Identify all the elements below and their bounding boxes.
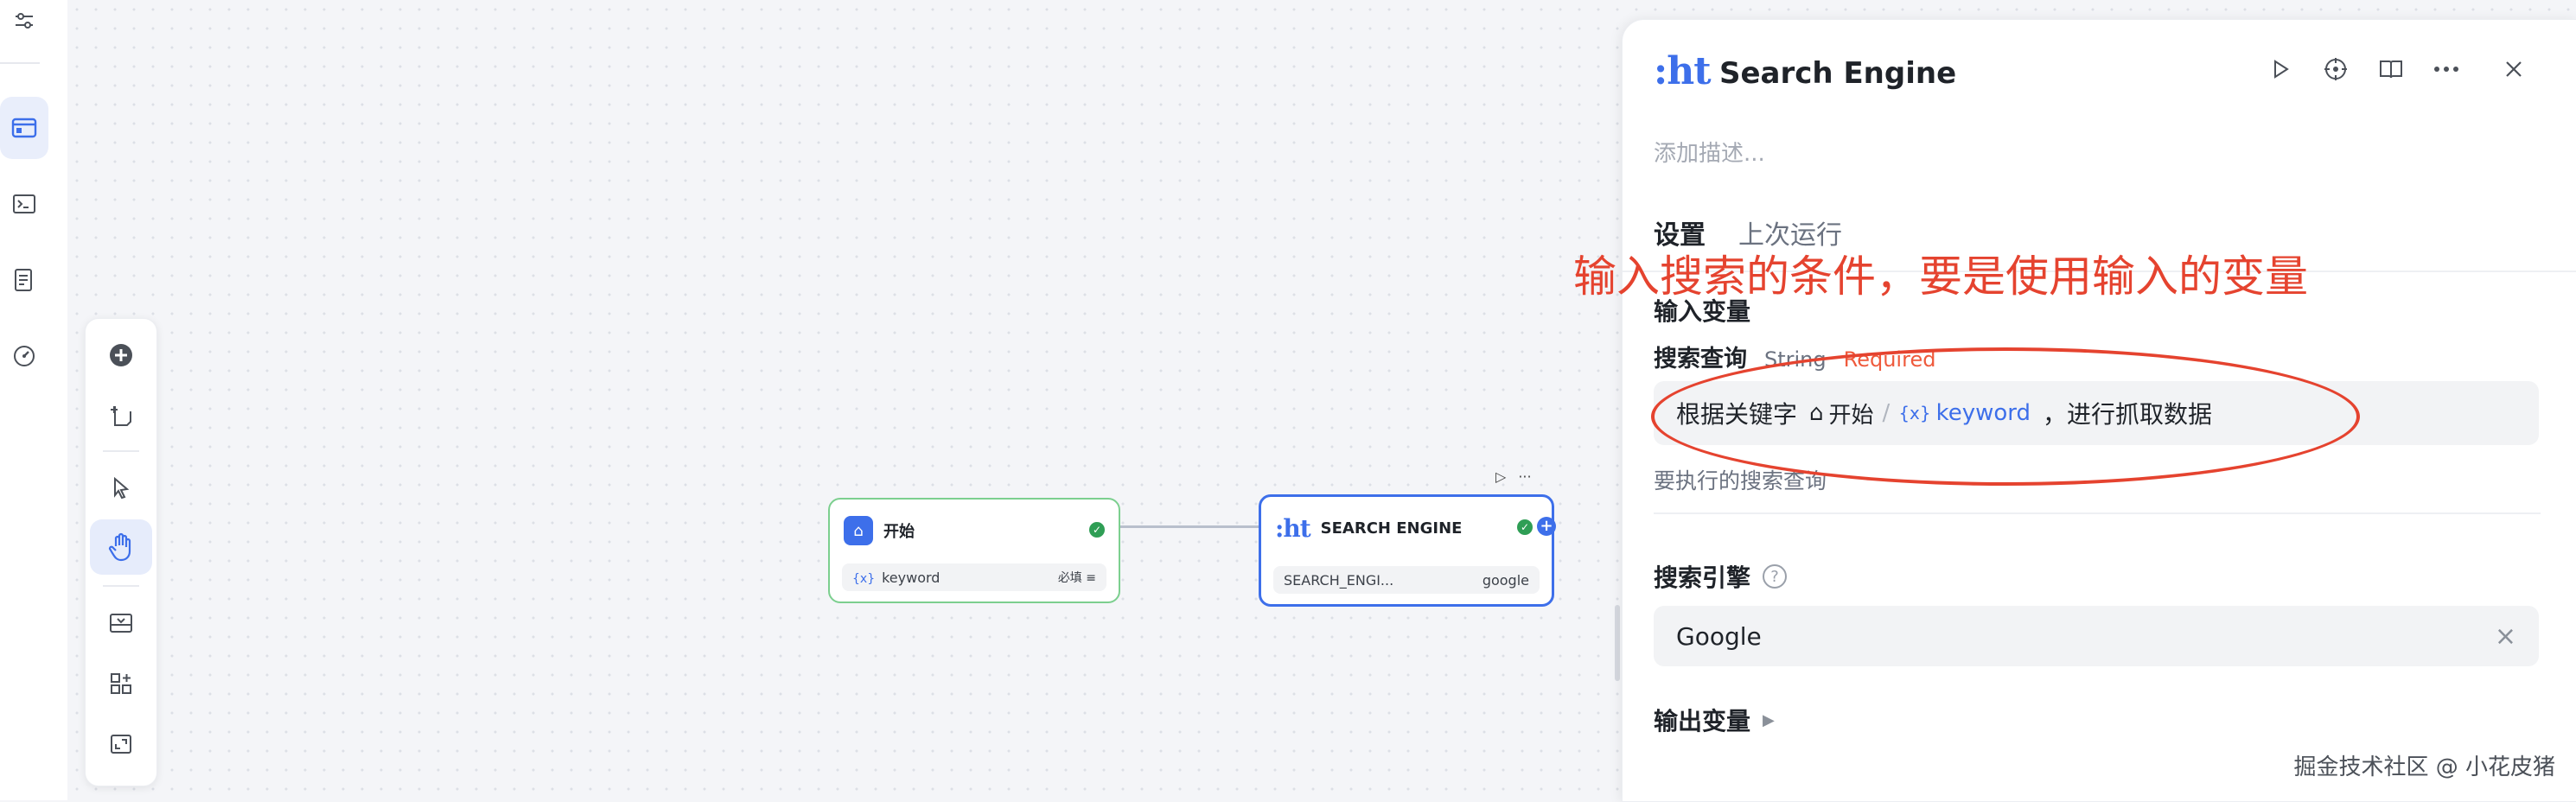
more-icon[interactable] bbox=[2432, 54, 2461, 84]
check-icon: ✓ bbox=[1517, 519, 1533, 535]
help-icon[interactable]: ? bbox=[1763, 564, 1788, 589]
output-variables-toggle[interactable]: 输出变量 ▶ bbox=[1654, 703, 1775, 737]
settings-sliders-icon[interactable] bbox=[0, 0, 48, 52]
engine-label: 搜索引擎 bbox=[1654, 563, 1751, 592]
engine-select[interactable]: Google × bbox=[1654, 606, 2539, 666]
search-param-name: SEARCH_ENGI... bbox=[1284, 571, 1394, 589]
terminal-icon[interactable] bbox=[0, 173, 48, 235]
start-var-label: {x} keyword bbox=[852, 570, 940, 586]
annotation-ellipse bbox=[1651, 347, 2360, 486]
search-node-title: SEARCH ENGINE bbox=[1320, 519, 1463, 538]
more-icon[interactable]: ··· bbox=[1518, 468, 1531, 485]
tool-palette bbox=[85, 318, 157, 786]
close-icon[interactable] bbox=[2499, 54, 2528, 84]
section-divider bbox=[1654, 512, 2541, 514]
run-node-icon[interactable]: ▷ bbox=[1495, 468, 1506, 485]
node-mini-toolbar: ▷ ··· bbox=[1495, 468, 1532, 485]
layout-grid-icon[interactable] bbox=[90, 656, 152, 711]
add-node-icon[interactable] bbox=[90, 328, 152, 383]
description-input[interactable]: 添加描述... bbox=[1654, 136, 1765, 168]
caret-right-icon: ▶ bbox=[1763, 710, 1775, 729]
palette-divider bbox=[103, 585, 139, 587]
left-nav bbox=[0, 0, 68, 800]
add-note-icon[interactable] bbox=[90, 388, 152, 443]
start-node-variable: {x} keyword 必填 ≡ bbox=[842, 563, 1106, 591]
serpapi-logo-icon: :ht bbox=[1654, 49, 1712, 93]
hand-icon[interactable] bbox=[90, 519, 152, 575]
panel-resize-handle[interactable] bbox=[1615, 605, 1620, 681]
home-icon: ⌂ bbox=[844, 516, 873, 545]
search-node-header: :ht SEARCH ENGINE ✓ bbox=[1275, 511, 1538, 545]
serpapi-logo-icon: :ht bbox=[1275, 513, 1311, 543]
add-next-node-icon[interactable]: + bbox=[1537, 517, 1556, 536]
search-node-param: SEARCH_ENGI... google bbox=[1273, 566, 1540, 594]
annotation-text: 输入搜索的条件，要是使用输入的变量 bbox=[1573, 251, 2308, 302]
run-icon[interactable] bbox=[2266, 54, 2295, 84]
engine-value: Google bbox=[1676, 621, 1762, 651]
engine-field-label: 搜索引擎 ? bbox=[1654, 559, 1788, 594]
query-label: 搜索查询 bbox=[1654, 346, 1747, 372]
start-node-title: 开始 bbox=[883, 523, 915, 541]
book-icon[interactable] bbox=[2376, 54, 2406, 84]
clear-icon[interactable]: × bbox=[2495, 621, 2516, 652]
import-icon[interactable] bbox=[90, 595, 152, 651]
required-tag: 必填 ≡ bbox=[1057, 571, 1096, 585]
search-engine-node[interactable]: :ht SEARCH ENGINE ✓ SEARCH_ENGI... googl… bbox=[1259, 494, 1554, 607]
output-variables-title: 输出变量 bbox=[1654, 707, 1751, 735]
monitor-gauge-icon[interactable] bbox=[0, 325, 48, 387]
variable-icon: {x} bbox=[852, 571, 876, 586]
check-icon: ✓ bbox=[1089, 522, 1105, 538]
edge-start-to-search bbox=[1117, 525, 1260, 528]
workflow-icon[interactable] bbox=[0, 97, 48, 159]
panel-actions bbox=[2266, 54, 2528, 84]
logs-icon[interactable] bbox=[0, 249, 48, 311]
start-node[interactable]: ⌂ 开始 ✓ {x} keyword 必填 ≡ bbox=[828, 498, 1120, 603]
palette-divider bbox=[103, 450, 139, 452]
crosshair-icon[interactable] bbox=[2321, 54, 2350, 84]
required-label: 必填 bbox=[1057, 571, 1082, 585]
fit-view-icon[interactable] bbox=[90, 716, 152, 772]
start-var-name: keyword bbox=[882, 569, 940, 586]
pointer-icon[interactable] bbox=[90, 461, 152, 516]
start-node-header: ⌂ 开始 ✓ bbox=[844, 513, 1105, 548]
nav-divider bbox=[0, 62, 40, 64]
watermark: 掘金技术社区 @ 小花皮猪 bbox=[2293, 754, 2555, 780]
panel-title[interactable]: Search Engine bbox=[1719, 56, 1956, 91]
search-param-value: google bbox=[1482, 571, 1529, 589]
